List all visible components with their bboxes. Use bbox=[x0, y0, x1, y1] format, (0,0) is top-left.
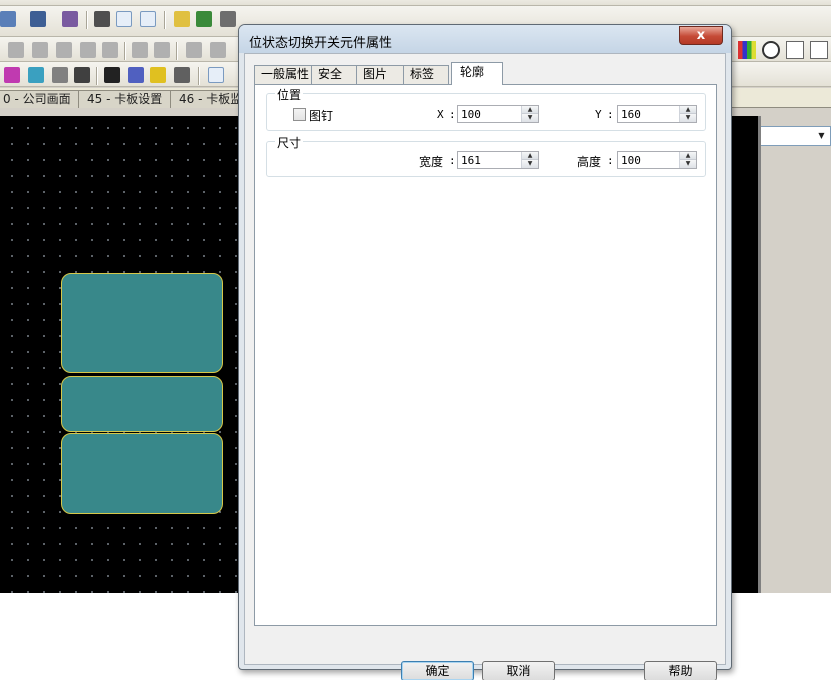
position-group: 位置 图钉 X : 100 ▲ ▼ Y : 160 ▲ ▼ bbox=[266, 86, 706, 131]
space-horizontal-icon[interactable] bbox=[132, 42, 148, 58]
comment-icon[interactable] bbox=[150, 67, 166, 83]
edit-icon[interactable] bbox=[174, 67, 190, 83]
same-width-icon[interactable] bbox=[210, 42, 226, 58]
music-icon[interactable] bbox=[104, 67, 120, 83]
trend-chart-icon[interactable] bbox=[786, 41, 804, 59]
tab-security[interactable]: 安全 bbox=[311, 65, 357, 84]
align-bottom-icon[interactable] bbox=[102, 42, 118, 58]
switch-element[interactable] bbox=[61, 376, 223, 432]
width-label: 宽度 bbox=[419, 155, 444, 169]
align-right-icon[interactable] bbox=[32, 42, 48, 58]
y-input[interactable]: 160 ▲ ▼ bbox=[617, 105, 697, 123]
image-icon[interactable] bbox=[28, 67, 44, 83]
y-value: 160 bbox=[621, 108, 641, 121]
x-input[interactable]: 100 ▲ ▼ bbox=[457, 105, 539, 123]
pin-label: 图钉 bbox=[309, 109, 334, 123]
width-spin-down-icon[interactable]: ▼ bbox=[522, 160, 538, 168]
dialog-body: 一般属性 安全 图片 标签 轮廓 位置 图钉 X : 100 ▲ ▼ Y : 1… bbox=[244, 53, 726, 680]
align-center-icon[interactable] bbox=[80, 42, 96, 58]
tab-label[interactable]: 标签 bbox=[403, 65, 449, 84]
video-icon[interactable] bbox=[128, 67, 144, 83]
width-spin-up-icon[interactable]: ▲ bbox=[522, 152, 538, 160]
width-value: 161 bbox=[461, 154, 481, 167]
help-button[interactable]: 帮助 bbox=[644, 661, 717, 680]
align-top-icon[interactable] bbox=[56, 42, 72, 58]
tab-picture[interactable]: 图片 bbox=[356, 65, 404, 84]
tab-outline[interactable]: 轮廓 bbox=[451, 62, 503, 85]
same-size-icon[interactable] bbox=[186, 42, 202, 58]
y-spin-down-icon[interactable]: ▼ bbox=[680, 114, 696, 122]
size-group: 尺寸 宽度 : 161 ▲ ▼ 高度 : 100 ▲ ▼ bbox=[266, 134, 706, 177]
clock-icon[interactable] bbox=[762, 41, 780, 59]
tab-general[interactable]: 一般属性 bbox=[254, 65, 312, 84]
document-icon[interactable] bbox=[74, 67, 90, 83]
context-help-icon[interactable] bbox=[30, 11, 46, 27]
pin-checkbox[interactable] bbox=[293, 108, 306, 121]
size-legend: 尺寸 bbox=[275, 134, 304, 151]
switch-element[interactable] bbox=[61, 433, 223, 514]
cancel-button[interactable]: 取消 bbox=[482, 661, 555, 680]
pointer-icon[interactable] bbox=[208, 67, 224, 83]
height-label: 高度 bbox=[577, 155, 602, 169]
canvas-border bbox=[758, 116, 761, 593]
object-icon[interactable] bbox=[4, 67, 20, 83]
bar-chart-icon[interactable] bbox=[738, 41, 756, 59]
tool-icon[interactable] bbox=[62, 11, 78, 27]
space-vertical-icon[interactable] bbox=[154, 42, 170, 58]
colon: : bbox=[607, 108, 614, 121]
canvas-margin bbox=[730, 116, 760, 593]
list-icon[interactable] bbox=[52, 67, 68, 83]
switch-element[interactable] bbox=[61, 273, 223, 373]
width-input[interactable]: 161 ▲ ▼ bbox=[457, 151, 539, 169]
io-icon[interactable] bbox=[220, 11, 236, 27]
ok-button[interactable]: 确定 bbox=[401, 661, 474, 680]
properties-dialog: 位状态切换开关元件属性 x 一般属性 安全 图片 标签 轮廓 位置 图钉 X :… bbox=[238, 24, 732, 680]
pen-icon[interactable] bbox=[94, 11, 110, 27]
height-spin-up-icon[interactable]: ▲ bbox=[680, 152, 696, 160]
outline-panel: 位置 图钉 X : 100 ▲ ▼ Y : 160 ▲ ▼ 尺寸 宽度: 16… bbox=[254, 84, 717, 626]
document-tab[interactable]: 0 - 公司画面 bbox=[0, 90, 80, 108]
table-icon[interactable] bbox=[810, 41, 828, 59]
height-spin-down-icon[interactable]: ▼ bbox=[680, 160, 696, 168]
help-icon[interactable] bbox=[0, 11, 16, 27]
colon: : bbox=[449, 154, 456, 167]
switch-icon[interactable] bbox=[196, 11, 212, 27]
lamp-icon[interactable] bbox=[174, 11, 190, 27]
close-icon: x bbox=[696, 28, 706, 43]
y-spin-up-icon[interactable]: ▲ bbox=[680, 106, 696, 114]
document-tab[interactable]: 45 - 卡板设置 bbox=[78, 90, 172, 108]
dialog-titlebar[interactable]: 位状态切换开关元件属性 x bbox=[239, 25, 731, 53]
position-legend: 位置 bbox=[275, 86, 304, 103]
align-left-icon[interactable] bbox=[8, 42, 24, 58]
colon: : bbox=[607, 154, 614, 167]
x-value: 100 bbox=[461, 108, 481, 121]
grid-icon[interactable] bbox=[116, 11, 132, 27]
colon: : bbox=[449, 108, 456, 121]
close-button[interactable]: x bbox=[679, 26, 723, 45]
align-icon[interactable] bbox=[140, 11, 156, 27]
chevron-down-icon[interactable]: ▼ bbox=[814, 128, 829, 144]
x-label: X bbox=[437, 108, 444, 121]
height-input[interactable]: 100 ▲ ▼ bbox=[617, 151, 697, 169]
dialog-title: 位状态切换开关元件属性 bbox=[249, 36, 393, 51]
x-spin-down-icon[interactable]: ▼ bbox=[522, 114, 538, 122]
height-value: 100 bbox=[621, 154, 641, 167]
y-label: Y bbox=[595, 108, 602, 121]
x-spin-up-icon[interactable]: ▲ bbox=[522, 106, 538, 114]
